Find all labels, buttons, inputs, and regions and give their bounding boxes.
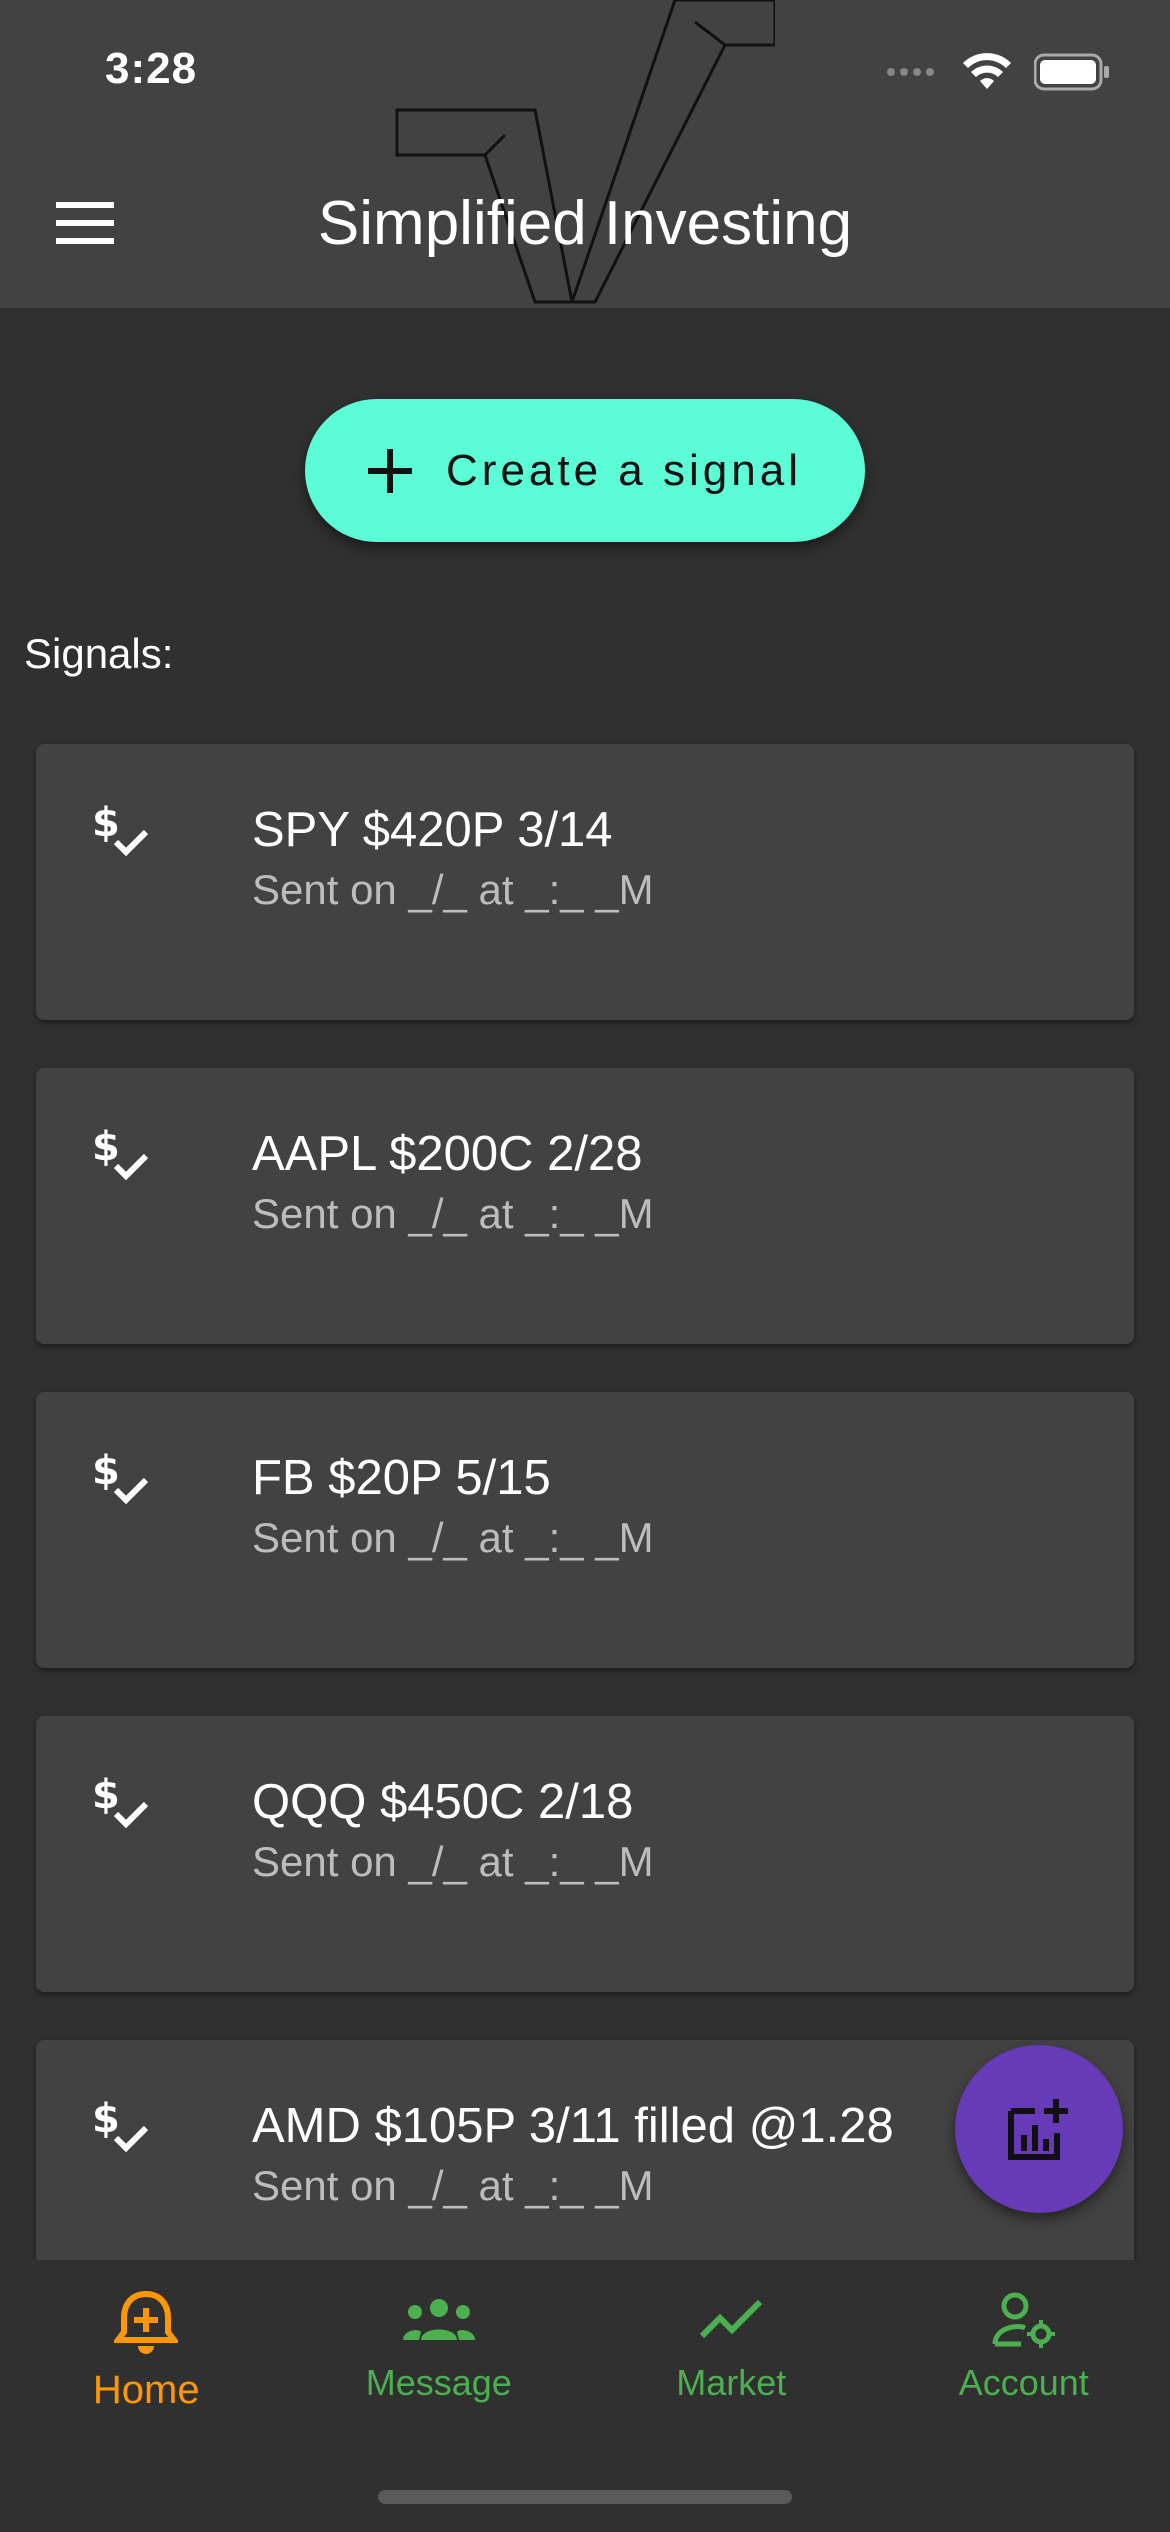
svg-text:$: $ (92, 800, 120, 846)
bell-plus-icon (114, 2290, 179, 2354)
signal-card[interactable]: $ AAPL $200C 2/28 Sent on _/_ at _:_ _M (36, 1068, 1134, 1344)
app-bar: 3:28 Simplified Investing (0, 0, 1170, 308)
nav-label-message: Message (365, 2362, 512, 2403)
signal-sent-time: Sent on _/_ at _:_ _M (252, 1838, 654, 1885)
add-chart-fab[interactable] (955, 2045, 1123, 2213)
nav-item-account[interactable]: Account (878, 2260, 1170, 2420)
signal-card[interactable]: $ FB $20P 5/15 Sent on _/_ at _:_ _M (36, 1392, 1134, 1668)
nav-item-market[interactable]: Market (585, 2260, 878, 2420)
signal-title: AMD $105P 3/11 filled @1.28 (252, 2099, 894, 2153)
create-signal-label: Create a signal (446, 445, 802, 495)
svg-text:$: $ (92, 1772, 120, 1818)
dollar-check-icon: $ (92, 800, 149, 857)
app-title: Simplified Investing (317, 189, 853, 258)
dollar-check-icon: $ (92, 1124, 149, 1181)
plus-icon (368, 448, 413, 493)
home-indicator (378, 2490, 792, 2504)
signals-heading: Signals: (24, 630, 174, 677)
signal-sent-time: Sent on _/_ at _:_ _M (252, 1190, 654, 1237)
svg-text:$: $ (92, 1448, 120, 1494)
signal-card[interactable]: $ SPY $420P 3/14 Sent on _/_ at _:_ _M (36, 744, 1134, 1020)
svg-text:$: $ (92, 2096, 120, 2142)
add-chart-icon (1008, 2099, 1068, 2160)
signal-title: SPY $420P 3/14 (252, 803, 613, 857)
battery-icon (1034, 53, 1109, 91)
signal-sent-time: Sent on _/_ at _:_ _M (252, 1514, 654, 1561)
dollar-check-icon: $ (92, 1448, 149, 1505)
signal-icon (887, 68, 934, 76)
brand-logo-mark (395, 0, 775, 304)
create-signal-button[interactable]: Create a signal (305, 399, 865, 542)
trending-up-icon (700, 2299, 763, 2339)
nav-item-home[interactable]: Home (0, 2260, 293, 2420)
nav-item-message[interactable]: Message (293, 2260, 586, 2420)
nav-label-market: Market (676, 2362, 787, 2403)
signal-sent-time: Sent on _/_ at _:_ _M (252, 866, 654, 913)
signal-title: FB $20P 5/15 (252, 1451, 551, 1505)
svg-text:$: $ (92, 1124, 120, 1170)
nav-label-account: Account (958, 2362, 1089, 2403)
signal-card[interactable]: $ QQQ $450C 2/18 Sent on _/_ at _:_ _M (36, 1716, 1134, 1992)
signal-title: QQQ $450C 2/18 (252, 1775, 634, 1829)
nav-label-home: Home (92, 2368, 200, 2412)
dollar-check-icon: $ (92, 1772, 149, 1829)
signal-sent-time: Sent on _/_ at _:_ _M (252, 2162, 654, 2209)
status-icons (886, 52, 1110, 92)
wifi-icon (963, 53, 1011, 89)
user-settings-icon (992, 2292, 1055, 2348)
status-time: 3:28 (105, 44, 198, 93)
people-icon (402, 2299, 475, 2340)
dollar-check-icon: $ (92, 2096, 149, 2153)
signal-title: AAPL $200C 2/28 (252, 1127, 643, 1181)
